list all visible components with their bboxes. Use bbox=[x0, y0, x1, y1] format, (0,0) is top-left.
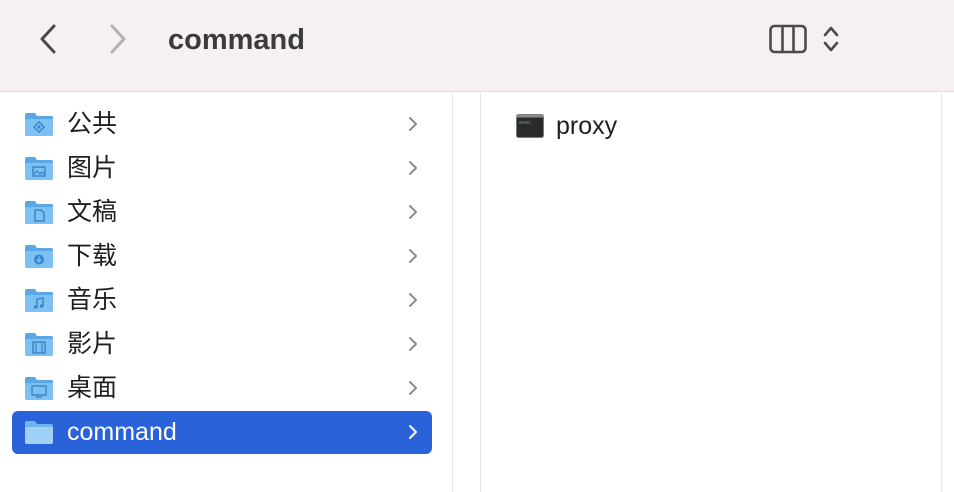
sidebar-item-label: 下载 bbox=[67, 242, 118, 270]
sidebar-item-movies[interactable]: 影片 bbox=[12, 323, 432, 366]
sidebar-item-label: 桌面 bbox=[67, 374, 118, 402]
public-folder-icon bbox=[25, 113, 53, 136]
chevron-right-icon bbox=[409, 381, 417, 395]
chevron-right-icon bbox=[409, 249, 417, 263]
column-divider[interactable] bbox=[941, 93, 954, 492]
view-options-button[interactable] bbox=[820, 22, 842, 56]
chevron-left-icon bbox=[40, 24, 56, 54]
desktop-folder-icon bbox=[25, 377, 53, 400]
chevron-right-icon bbox=[409, 293, 417, 307]
downloads-folder-icon bbox=[25, 245, 53, 268]
contents-column: exec proxy bbox=[482, 93, 941, 492]
documents-folder-icon bbox=[25, 201, 53, 224]
sidebar-item-music[interactable]: 音乐 bbox=[12, 279, 432, 322]
sidebar-item-label: 影片 bbox=[67, 330, 118, 358]
chevron-right-icon bbox=[409, 205, 417, 219]
sidebar-column: 公共 图片 文稿 下载 音乐 影片 桌面 command bbox=[0, 93, 452, 492]
sidebar-item-label: 图片 bbox=[67, 154, 118, 182]
sidebar-item-public[interactable]: 公共 bbox=[12, 103, 432, 146]
movies-folder-icon bbox=[25, 333, 53, 356]
window-title: command bbox=[168, 24, 305, 56]
column-divider[interactable] bbox=[452, 93, 481, 492]
chevron-right-icon bbox=[409, 117, 417, 131]
updown-chevron-icon bbox=[823, 26, 839, 52]
folder-icon bbox=[25, 421, 53, 444]
svg-text:exec: exec bbox=[519, 120, 531, 126]
sidebar-item-documents[interactable]: 文稿 bbox=[12, 191, 432, 234]
sidebar-item-label: 公共 bbox=[67, 110, 118, 138]
chevron-right-icon bbox=[110, 24, 126, 54]
chevron-right-icon bbox=[409, 161, 417, 175]
view-mode-button[interactable] bbox=[768, 22, 808, 56]
sidebar-item-label: 音乐 bbox=[67, 286, 118, 314]
columns-view-icon bbox=[769, 24, 807, 54]
sidebar-item-label: 文稿 bbox=[67, 198, 118, 226]
file-name: proxy bbox=[556, 112, 618, 140]
sidebar-item-command[interactable]: command bbox=[12, 411, 432, 454]
back-button[interactable] bbox=[32, 22, 64, 56]
sidebar-item-desktop[interactable]: 桌面 bbox=[12, 367, 432, 410]
sidebar-item-label: command bbox=[67, 418, 177, 446]
forward-button[interactable] bbox=[102, 22, 134, 56]
chevron-right-icon bbox=[409, 425, 417, 439]
terminal-executable-icon: exec bbox=[516, 114, 544, 138]
sidebar-item-pictures[interactable]: 图片 bbox=[12, 147, 432, 190]
pictures-folder-icon bbox=[25, 157, 53, 180]
chevron-right-icon bbox=[409, 337, 417, 351]
toolbar: command bbox=[0, 0, 954, 92]
sidebar-item-downloads[interactable]: 下载 bbox=[12, 235, 432, 278]
music-folder-icon bbox=[25, 289, 53, 312]
